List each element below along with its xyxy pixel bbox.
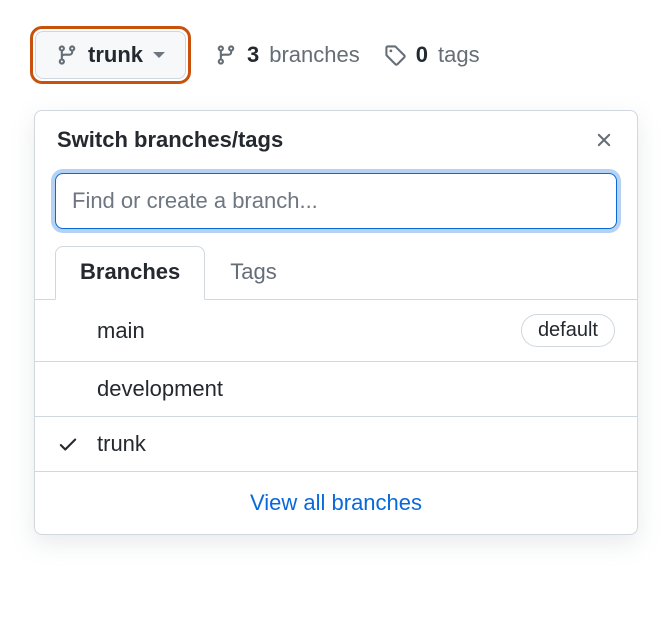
chevron-down-icon — [153, 52, 165, 58]
view-all-branches-link[interactable]: View all branches — [35, 472, 637, 534]
close-icon[interactable] — [593, 129, 615, 151]
tags-label: tags — [438, 42, 480, 68]
branch-name: trunk — [97, 431, 615, 457]
popup-title: Switch branches/tags — [57, 127, 283, 153]
branch-item-main[interactable]: main default — [35, 300, 637, 362]
branch-item-trunk[interactable]: trunk — [35, 417, 637, 472]
branch-selector-highlight: trunk — [30, 26, 191, 84]
branch-name: main — [97, 318, 521, 344]
branch-switcher-popup: Switch branches/tags Branches Tags main … — [34, 110, 638, 535]
branches-link[interactable]: 3 branches — [215, 42, 360, 68]
branch-list: main default development trunk — [35, 300, 637, 472]
branch-selector-button[interactable]: trunk — [35, 31, 186, 79]
branches-label: branches — [269, 42, 360, 68]
default-badge: default — [521, 314, 615, 347]
git-branch-icon — [56, 44, 78, 66]
branch-selector-label: trunk — [88, 42, 143, 68]
branches-count: 3 — [247, 42, 259, 68]
tab-branches[interactable]: Branches — [55, 246, 205, 300]
git-branch-icon — [215, 44, 237, 66]
branch-name: development — [97, 376, 615, 402]
branch-item-development[interactable]: development — [35, 362, 637, 417]
tags-link[interactable]: 0 tags — [384, 42, 480, 68]
tag-icon — [384, 44, 406, 66]
branch-search-input[interactable] — [55, 173, 617, 229]
tags-count: 0 — [416, 42, 428, 68]
tab-tags[interactable]: Tags — [205, 246, 301, 300]
check-icon — [57, 433, 97, 455]
